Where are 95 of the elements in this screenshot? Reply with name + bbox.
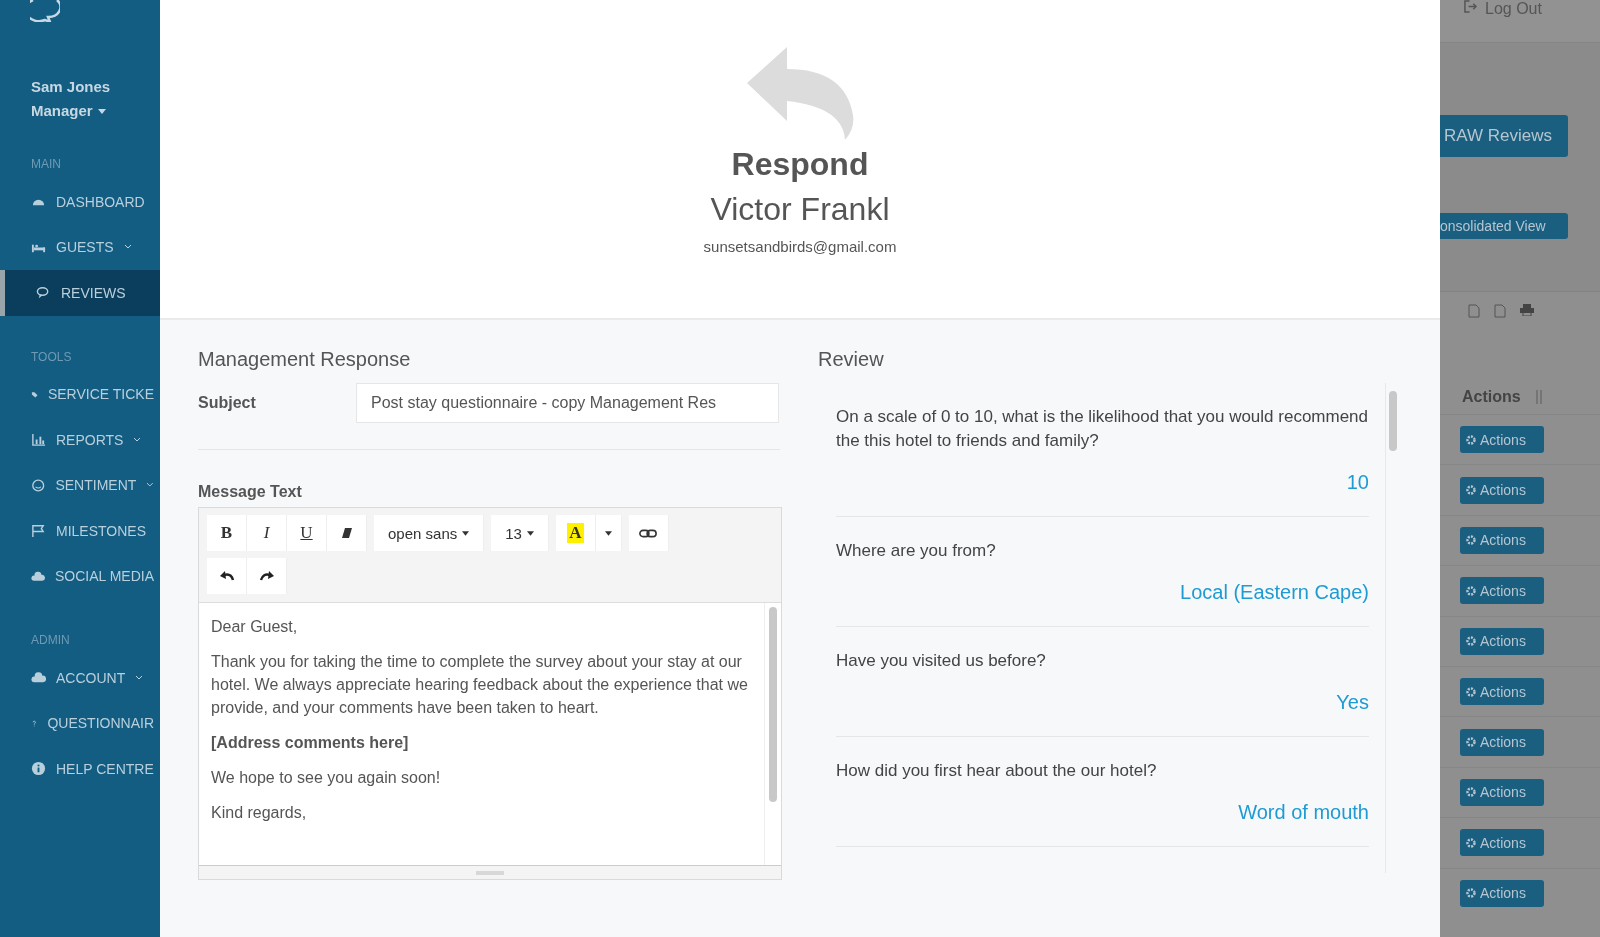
actions-button[interactable]: Actions	[1460, 678, 1544, 706]
field-label: Message Text	[198, 483, 303, 501]
redo-icon	[258, 570, 275, 582]
message-editor[interactable]	[198, 507, 782, 880]
gear-icon	[1466, 837, 1476, 848]
flag-icon	[31, 523, 46, 539]
question-text: Have you visited us before?	[836, 650, 1047, 672]
actions-button[interactable]: Actions	[1460, 577, 1544, 605]
resize-grip-icon[interactable]	[476, 870, 504, 875]
gear-icon	[1466, 434, 1476, 445]
guest-name: Victor Frankl	[710, 191, 890, 228]
dropdown-button[interactable]: open sans	[374, 515, 485, 551]
sidebar-item[interactable]: SENTIMENT	[0, 462, 160, 508]
sidebar-item[interactable]: HELP CENTRE	[0, 746, 160, 792]
actions-button[interactable]: Actions	[1460, 728, 1544, 756]
print-icon[interactable]	[1520, 304, 1534, 316]
column-header[interactable]: Actions	[1462, 388, 1521, 406]
actions-button[interactable]: Actions	[1460, 426, 1544, 454]
section-title: MAIN	[30, 156, 61, 173]
answer-text: Local (Eastern Cape)	[1180, 581, 1369, 603]
caret-icon	[526, 530, 534, 536]
text-color-button[interactable]: A	[555, 515, 596, 551]
chat-icon	[36, 285, 51, 301]
section-heading: Review	[818, 348, 885, 371]
document-icon[interactable]	[1494, 304, 1506, 318]
modal-title: Respond	[731, 146, 869, 183]
answer-text: Word of mouth	[1238, 801, 1369, 823]
sidebar-item[interactable]: DASHBOARD	[0, 179, 160, 225]
logout-icon	[1464, 0, 1477, 13]
scrollbar-thumb[interactable]	[1389, 391, 1397, 451]
gear-icon	[1466, 686, 1476, 697]
subject-field[interactable]: Post stay questionnaire - copy Management Res	[356, 383, 779, 423]
scrollbar-thumb[interactable]	[769, 607, 777, 802]
actions-button[interactable]: Actions	[1460, 476, 1544, 504]
section-title: TOOLS	[30, 348, 72, 366]
question-text: On a scale of 0 to 10, what is the likelihood that you would recommend the this hotel to friends and family?	[836, 406, 1369, 452]
sidebar-item[interactable]: QUESTIONNAIR	[0, 700, 160, 746]
actions-button[interactable]: Actions	[1460, 829, 1544, 857]
question-text: Where are you from?	[836, 540, 997, 562]
eraser-icon	[340, 527, 353, 539]
bold-button[interactable]: B	[207, 515, 247, 551]
eraser-button[interactable]	[327, 515, 367, 551]
sidebar-item[interactable]: SOCIAL MEDIA	[0, 553, 160, 599]
chevron-icon	[146, 482, 154, 489]
actions-button[interactable]: Actions	[1460, 879, 1544, 907]
logout-link[interactable]: Log Out	[1485, 0, 1542, 18]
user-name: Sam Jones	[31, 77, 111, 97]
sidebar-item[interactable]: SERVICE TICKE	[0, 371, 160, 417]
chevron-icon	[133, 436, 142, 443]
dropdown-button[interactable]: 13	[491, 515, 549, 551]
sidebar-item[interactable]: MILESTONES	[0, 508, 160, 554]
section-title: ADMIN	[30, 632, 70, 649]
gear-icon	[1466, 737, 1476, 748]
caret-button[interactable]	[595, 515, 622, 551]
field-label: Subject	[198, 394, 257, 412]
italic-button[interactable]: I	[247, 515, 287, 551]
actions-button[interactable]: Actions	[1460, 627, 1544, 655]
consolidated-view-button[interactable]: onsolidated View	[1440, 213, 1568, 239]
guest-email: sunsetsandbirds@gmail.com	[703, 238, 897, 255]
gear-icon	[1466, 787, 1476, 798]
sort-icon[interactable]	[1534, 390, 1543, 404]
bar-chart-icon	[31, 432, 46, 448]
gear-icon	[1466, 585, 1476, 596]
link-button[interactable]	[628, 515, 669, 551]
caret-icon	[97, 108, 106, 114]
actions-button[interactable]: Actions	[1460, 778, 1544, 806]
actions-button[interactable]: Actions	[1460, 526, 1544, 554]
info-icon	[31, 761, 46, 777]
caret-icon	[604, 530, 612, 536]
underline-button[interactable]: U	[287, 515, 327, 551]
section-heading: Management Response	[198, 348, 412, 371]
answer-text: Yes	[1336, 691, 1369, 713]
logo-icon	[30, 0, 60, 22]
gear-icon	[1466, 485, 1476, 496]
chevron-icon	[135, 674, 144, 681]
raw-reviews-button[interactable]: RAW Reviews	[1440, 115, 1568, 157]
caret-icon	[462, 530, 470, 536]
smiley-icon	[31, 477, 46, 493]
question-text: How did you first hear about the our hotel?	[836, 760, 1158, 782]
sidebar-item[interactable]: REPORTS	[0, 417, 160, 463]
gear-icon	[1466, 888, 1476, 899]
gear-icon	[1466, 636, 1476, 647]
chevron-icon	[123, 244, 132, 251]
redo-button[interactable]	[247, 558, 287, 594]
gear-icon	[1466, 535, 1476, 546]
answer-text: 10	[1346, 471, 1369, 493]
undo-icon	[218, 570, 235, 582]
link-icon	[639, 528, 658, 538]
reply-arrow-icon	[745, 45, 855, 140]
undo-button[interactable]	[207, 558, 247, 594]
sidebar-item[interactable]: REVIEWS	[0, 270, 160, 316]
document-icon[interactable]	[1468, 304, 1480, 318]
user-role[interactable]: Manager	[31, 99, 93, 123]
sidebar-item[interactable]: ACCOUNT	[0, 655, 160, 701]
sidebar-item[interactable]: GUESTS	[0, 224, 160, 270]
